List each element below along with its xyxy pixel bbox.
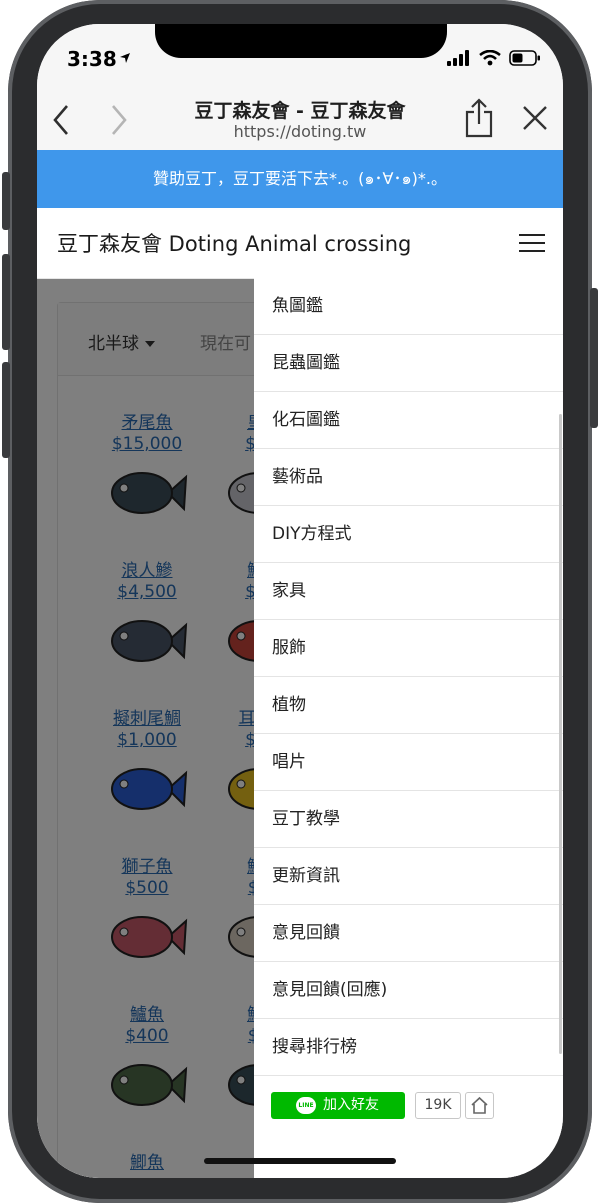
line-add-friend-button[interactable]: LINE 加入好友 xyxy=(271,1092,405,1119)
menu-scrollbar[interactable] xyxy=(559,414,562,1054)
menu-item[interactable]: 魚圖鑑 xyxy=(254,278,563,335)
home-icon xyxy=(471,1096,488,1114)
menu-item[interactable]: 搜尋排行榜 xyxy=(254,1019,563,1076)
wifi-icon xyxy=(479,50,501,66)
menu-item[interactable]: 家具 xyxy=(254,563,563,620)
menu-item[interactable]: DIY方程式 xyxy=(254,506,563,563)
volume-down-button xyxy=(2,362,10,458)
browser-toolbar: 豆丁森友會 - 豆丁森友會 https://doting.tw xyxy=(37,94,563,150)
menu-item[interactable]: 化石圖鑑 xyxy=(254,392,563,449)
line-button-label: 加入好友 xyxy=(323,1097,379,1113)
battery-icon xyxy=(509,50,540,66)
menu-footer: LINE 加入好友 19K xyxy=(254,1079,563,1139)
menu-item[interactable]: 藝術品 xyxy=(254,449,563,506)
friend-count: 19K xyxy=(415,1092,461,1119)
menu-item[interactable]: 昆蟲圖鑑 xyxy=(254,335,563,392)
site-title[interactable]: 豆丁森友會 Doting Animal crossing xyxy=(57,228,411,258)
menu-item[interactable]: 服飾 xyxy=(254,620,563,677)
volume-up-button xyxy=(2,254,10,350)
home-button[interactable] xyxy=(465,1092,494,1119)
hamburger-menu-icon[interactable] xyxy=(519,234,545,252)
power-button xyxy=(590,288,598,428)
close-icon[interactable] xyxy=(521,104,549,132)
menu-item[interactable]: 豆丁教學 xyxy=(254,791,563,848)
mute-switch xyxy=(2,172,10,230)
site-header: 豆丁森友會 Doting Animal crossing xyxy=(37,208,563,279)
notch xyxy=(155,24,447,58)
menu-item[interactable]: 植物 xyxy=(254,677,563,734)
status-time: 3:38 xyxy=(67,47,117,71)
line-logo-icon: LINE xyxy=(296,1097,316,1114)
cellular-signal-icon xyxy=(447,50,469,66)
nav-menu: 魚圖鑑 昆蟲圖鑑 化石圖鑑 藝術品 DIY方程式 家具 服飾 植物 唱片 豆丁教學 更新資訊 意見回饋… xyxy=(254,278,563,1178)
phone-screen: 3:38 豆丁森友會 - 豆丁森友會 https://doting.tw 贊助豆… xyxy=(37,24,563,1178)
menu-item[interactable]: 意見回饋(回應) xyxy=(254,962,563,1019)
home-indicator xyxy=(204,1158,396,1164)
menu-item[interactable]: 唱片 xyxy=(254,734,563,791)
sponsor-banner[interactable]: 贊助豆丁，豆丁要活下去*.。(๑･∀･๑)*.。 xyxy=(37,150,563,208)
menu-item[interactable]: 意見回饋 xyxy=(254,905,563,962)
nav-menu-list: 魚圖鑑 昆蟲圖鑑 化石圖鑑 藝術品 DIY方程式 家具 服飾 植物 唱片 豆丁教學 更新資訊 意見回饋… xyxy=(254,278,563,1076)
location-arrow-icon xyxy=(120,53,130,63)
menu-item[interactable]: 更新資訊 xyxy=(254,848,563,905)
share-icon[interactable] xyxy=(463,98,495,138)
